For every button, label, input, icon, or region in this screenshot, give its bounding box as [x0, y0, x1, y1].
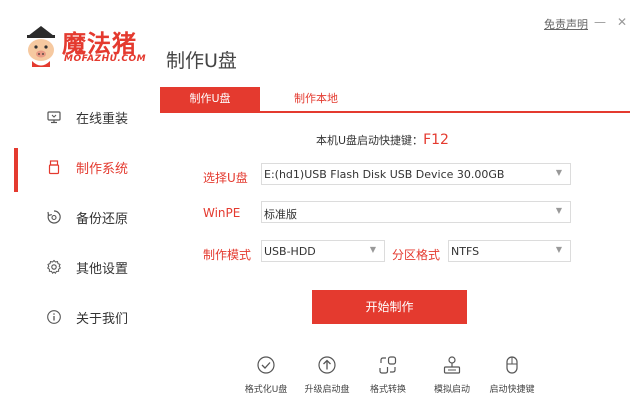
sidebar-item-label: 在线重装 — [76, 112, 129, 127]
chevron-down-icon: ▼ — [369, 245, 376, 254]
hotkey-value: F12 — [423, 132, 449, 148]
sidebar-item-other-settings[interactable]: 其他设置 — [0, 244, 150, 288]
monitor-icon — [47, 111, 61, 124]
tab-make-usb[interactable]: 制作U盘 — [160, 87, 260, 111]
mouse-icon — [506, 356, 518, 374]
tool-label: 升级启动盘 — [304, 385, 350, 395]
hotkey-info: 本机U盘启动快捷键：F12 — [316, 132, 449, 148]
simulate-icon — [443, 356, 461, 374]
usb-select-label: 选择U盘 — [203, 171, 248, 185]
upload-circle-icon — [318, 356, 336, 374]
start-make-button[interactable]: 开始制作 — [312, 290, 467, 324]
sidebar-item-backup-restore[interactable]: 备份还原 — [0, 194, 150, 238]
pig-mascot-icon — [27, 26, 55, 67]
gear-icon — [47, 259, 61, 274]
usb-drive-icon — [48, 160, 60, 175]
tool-simulate-boot[interactable]: 模拟启动 — [420, 355, 484, 395]
tool-format-usb[interactable]: 格式化U盘 — [234, 355, 298, 395]
logo: 魔法猪 MOFAZHU.COM — [24, 24, 159, 74]
tool-label: 启动快捷键 — [489, 385, 535, 395]
tab-bar: 制作U盘 制作本地 — [160, 87, 630, 113]
sidebar-item-online-reinstall[interactable]: 在线重装 — [0, 94, 150, 138]
check-circle-icon — [257, 356, 275, 374]
active-indicator — [14, 148, 18, 192]
mode-label: 制作模式 — [203, 248, 252, 262]
tool-format-convert[interactable]: 格式转换 — [356, 355, 420, 395]
logo-url: MOFAZHU.COM — [64, 54, 147, 64]
chevron-down-icon: ▼ — [555, 245, 562, 254]
sidebar-item-make-system[interactable]: 制作系统 — [0, 144, 150, 192]
partition-select[interactable]: NTFS ▼ — [448, 240, 571, 262]
page-title: 制作U盘 — [166, 50, 237, 72]
sidebar-item-label: 其他设置 — [76, 262, 129, 277]
minimize-button[interactable]: — — [594, 16, 606, 28]
sidebar-item-about-us[interactable]: 关于我们 — [0, 294, 150, 338]
winpe-select-value: 标准版 — [264, 208, 297, 221]
convert-icon — [379, 356, 397, 374]
usb-select-value: E:(hd1)USB Flash Disk USB Device 30.00GB — [264, 168, 505, 181]
partition-select-value: NTFS — [451, 245, 480, 258]
tool-label: 格式转换 — [369, 385, 406, 395]
tool-label: 模拟启动 — [433, 385, 470, 395]
backup-icon — [47, 210, 61, 224]
info-icon — [47, 310, 61, 324]
tool-upgrade-boot-disk[interactable]: 升级启动盘 — [295, 355, 359, 395]
sidebar-item-label: 制作系统 — [76, 162, 129, 177]
partition-label: 分区格式 — [392, 248, 441, 262]
sidebar-item-label: 备份还原 — [76, 212, 129, 227]
tool-boot-hotkey[interactable]: 启动快捷键 — [480, 355, 544, 395]
tab-make-local[interactable]: 制作本地 — [266, 87, 366, 111]
sidebar-item-label: 关于我们 — [76, 312, 129, 327]
app-window: 魔法猪 MOFAZHU.COM 制作U盘 免责声明 — ✕ 在线重装 制作系统 — [0, 0, 641, 413]
disclaimer-link[interactable]: 免责声明 — [544, 16, 588, 32]
winpe-label: WinPE — [203, 206, 241, 220]
hotkey-label: 本机U盘启动快捷键： — [316, 134, 424, 147]
usb-select[interactable]: E:(hd1)USB Flash Disk USB Device 30.00GB… — [261, 163, 571, 185]
tool-label: 格式化U盘 — [244, 385, 288, 395]
chevron-down-icon: ▼ — [555, 206, 562, 215]
chevron-down-icon: ▼ — [555, 168, 562, 177]
mode-select-value: USB-HDD — [264, 245, 316, 258]
mode-select[interactable]: USB-HDD ▼ — [261, 240, 385, 262]
winpe-select[interactable]: 标准版 ▼ — [261, 201, 571, 223]
close-button[interactable]: ✕ — [617, 16, 627, 28]
